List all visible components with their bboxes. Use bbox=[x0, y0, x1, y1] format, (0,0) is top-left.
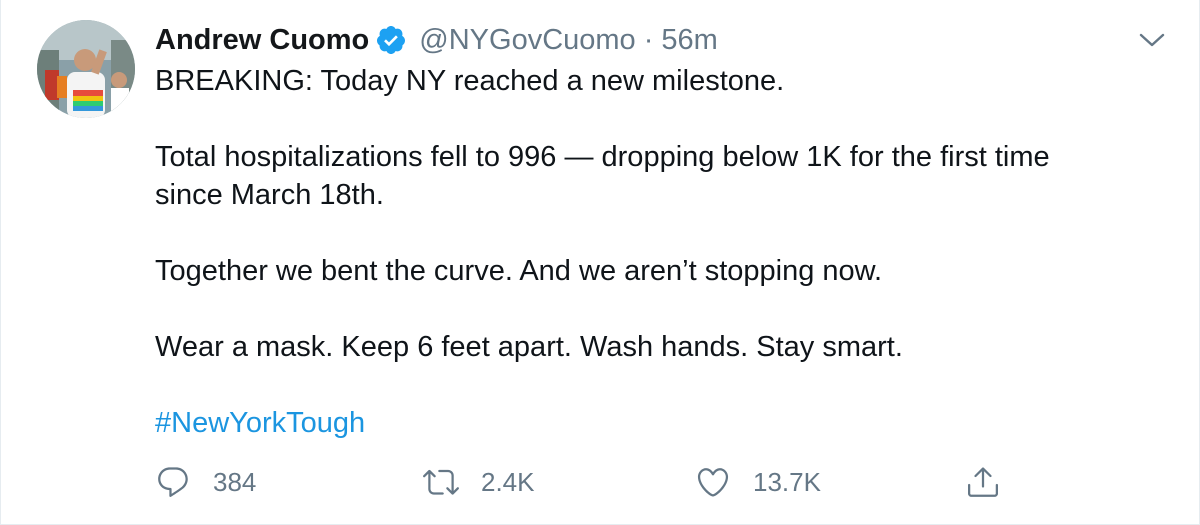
retweet-button[interactable]: 2.4K bbox=[423, 462, 535, 502]
tweet-header: Andrew Cuomo @NYGovCuomo · 56m bbox=[155, 18, 1155, 62]
tweet-timestamp[interactable]: 56m bbox=[661, 24, 717, 57]
tweet-paragraph: Wear a mask. Keep 6 feet apart. Wash han… bbox=[155, 331, 903, 363]
avatar[interactable] bbox=[37, 20, 135, 118]
tweet-content: Andrew Cuomo @NYGovCuomo · 56m BREAKING:… bbox=[155, 18, 1155, 442]
heart-icon bbox=[697, 468, 729, 497]
author-handle[interactable]: @NYGovCuomo bbox=[419, 24, 635, 57]
retweet-count: 2.4K bbox=[481, 466, 535, 497]
reply-count: 384 bbox=[213, 466, 257, 497]
share-icon bbox=[968, 467, 998, 497]
tweet-paragraph: BREAKING: Today NY reached a new milesto… bbox=[155, 65, 785, 97]
avatar-image bbox=[37, 20, 135, 118]
reply-button[interactable]: 384 bbox=[155, 462, 256, 502]
tweet-actions: 384 2.4K 13.7K bbox=[155, 462, 1055, 502]
share-button[interactable] bbox=[965, 462, 1001, 502]
tweet-card[interactable]: Andrew Cuomo @NYGovCuomo · 56m BREAKING:… bbox=[0, 0, 1200, 525]
author-name[interactable]: Andrew Cuomo bbox=[155, 24, 369, 57]
tweet-paragraph: Together we bent the curve. And we aren’… bbox=[155, 255, 883, 287]
separator-dot: · bbox=[643, 23, 654, 56]
like-count: 13.7K bbox=[753, 466, 821, 497]
retweet-icon bbox=[423, 469, 459, 495]
tweet-paragraph: Total hospitalizations fell to 996 — dro… bbox=[155, 141, 1050, 211]
like-button[interactable]: 13.7K bbox=[695, 462, 821, 502]
tweet-text: BREAKING: Today NY reached a new milesto… bbox=[155, 62, 1155, 442]
chevron-down-icon[interactable] bbox=[1135, 26, 1169, 54]
reply-icon bbox=[158, 467, 188, 497]
hashtag-link[interactable]: #NewYorkTough bbox=[155, 407, 365, 439]
verified-badge-icon bbox=[375, 24, 407, 56]
